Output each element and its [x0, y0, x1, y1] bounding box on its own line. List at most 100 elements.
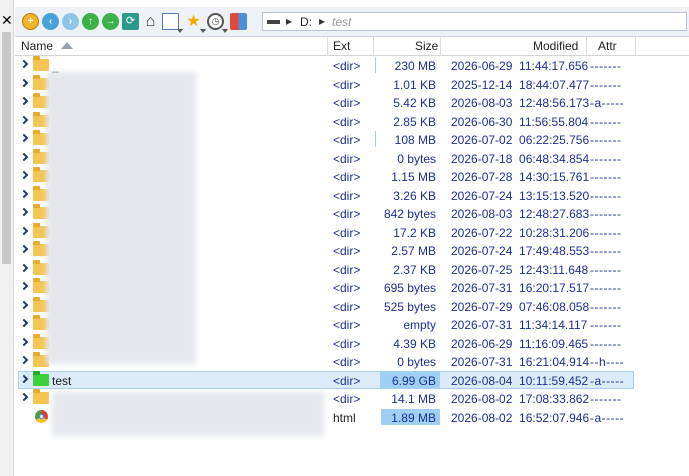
expand-chevron-icon[interactable] [19, 133, 29, 143]
item-size-cell: 6.99 GB [373, 371, 440, 390]
close-icon[interactable]: ✕ [1, 12, 13, 29]
add-icon[interactable]: + [22, 13, 39, 30]
item-ext: <dir> [333, 262, 361, 277]
settings-icon[interactable] [230, 13, 247, 30]
item-ext: <dir> [333, 114, 361, 129]
item-size-cell: 14.1 MB [373, 389, 440, 408]
item-size: 2.57 MB [391, 244, 436, 258]
back-icon[interactable]: ‹ [42, 13, 59, 30]
breadcrumb-separator-icon[interactable]: ▸ [319, 14, 325, 28]
item-attr: ------- [590, 114, 622, 129]
item-ext: <dir> [333, 318, 361, 332]
item-ext: <dir> [333, 151, 361, 166]
view-icon[interactable] [162, 13, 179, 30]
item-modified: 2025-12-14 18:44:07.477 [451, 77, 590, 92]
expand-chevron-icon[interactable] [19, 244, 29, 254]
expand-chevron-icon[interactable] [19, 355, 29, 365]
chrome-html-file-icon [35, 409, 48, 423]
item-size: empty [403, 318, 436, 332]
item-modified: 2026-06-30 11:56:55.804 [451, 114, 589, 129]
item-size: 230 MB [394, 59, 436, 73]
address-bar[interactable]: ▸ D: ▸ test [262, 12, 687, 31]
view-dropdown-icon[interactable] [177, 29, 183, 33]
refresh-icon[interactable]: ⟳ [122, 13, 139, 30]
expand-chevron-icon[interactable] [19, 263, 29, 272]
expand-chevron-icon[interactable] [19, 170, 29, 180]
expand-chevron-icon[interactable] [19, 300, 29, 309]
item-size: 4.39 KB [393, 336, 436, 351]
item-size-cell: 1.01 KB [373, 75, 440, 94]
item-size: 0 bytes [397, 355, 436, 369]
col-header-modified[interactable]: Modified [533, 39, 578, 53]
expand-chevron-icon[interactable] [19, 115, 29, 124]
item-name: test [52, 373, 72, 388]
toolbar: + ‹ › ↑ → ⟳ ⌂ ★ ◷ ▸ D: ▸ test [15, 7, 689, 37]
favorites-dropdown-icon[interactable] [200, 29, 206, 33]
expand-chevron-icon[interactable] [19, 78, 29, 87]
item-size-cell: 0 bytes [373, 149, 440, 168]
item-size-cell: 108 MB [373, 130, 440, 149]
item-modified: 2026-07-22 10:28:31.206 [451, 225, 590, 240]
left-scrollbar[interactable] [2, 32, 11, 264]
item-attr: ------- [590, 77, 622, 92]
item-modified: 2026-07-24 13:15:13.520 [451, 188, 590, 203]
item-size-cell: 3.26 KB [373, 186, 440, 205]
item-size-cell: 4.39 KB [373, 334, 440, 353]
item-attr: ------- [590, 244, 622, 258]
folder-icon [33, 56, 49, 71]
item-size: 17.2 KB [393, 225, 436, 240]
expand-chevron-icon[interactable] [19, 96, 29, 106]
item-ext: <dir> [333, 207, 361, 221]
col-header-ext[interactable]: Ext [333, 39, 350, 53]
item-modified: 2026-07-28 14:30:15.761 [451, 170, 590, 184]
redacted-names [46, 72, 196, 364]
expand-chevron-icon[interactable] [19, 59, 29, 69]
item-size-cell: 5.42 KB [373, 93, 440, 112]
item-ext: <dir> [333, 188, 361, 203]
breadcrumb-current-folder[interactable]: test [332, 15, 351, 29]
item-attr: -a----- [590, 410, 625, 425]
home-icon[interactable]: ⌂ [142, 13, 159, 30]
history-icon[interactable]: ◷ [207, 13, 224, 30]
item-size-cell: empty [373, 315, 440, 334]
item-attr: ------- [590, 151, 622, 166]
expand-chevron-icon[interactable] [19, 189, 29, 198]
folder-icon [33, 389, 49, 404]
item-size-cell: 17.2 KB [373, 223, 440, 242]
expand-chevron-icon[interactable] [19, 392, 29, 402]
expand-chevron-icon[interactable] [19, 281, 29, 291]
up-icon[interactable]: ↑ [82, 13, 99, 30]
breadcrumb-separator-icon[interactable]: ▸ [286, 14, 292, 28]
favorites-icon[interactable]: ★ [185, 13, 202, 30]
folder-icon [33, 370, 49, 386]
item-modified: 2026-08-03 12:48:56.173 [451, 96, 590, 110]
redacted-names-bottom [52, 392, 324, 436]
item-attr: ------- [590, 392, 622, 406]
forward-icon[interactable]: › [62, 13, 79, 30]
history-dropdown-icon[interactable] [222, 29, 228, 33]
item-size: 108 MB [394, 133, 436, 147]
item-size-cell: 2.85 KB [373, 112, 440, 131]
item-ext: <dir> [333, 373, 361, 388]
expand-chevron-icon[interactable] [19, 226, 29, 235]
item-size: 2.37 KB [393, 262, 436, 277]
breadcrumb-drive[interactable]: D: [300, 15, 312, 29]
size-proportion-bar [375, 57, 376, 73]
item-attr: -a----- [590, 96, 625, 110]
item-attr: ------- [590, 336, 622, 351]
next-icon[interactable]: → [102, 13, 119, 30]
column-header: Name Ext Size Modified Attr [15, 37, 689, 56]
expand-chevron-icon[interactable] [19, 337, 29, 346]
item-size-cell: 842 bytes [373, 204, 440, 223]
expand-chevron-icon[interactable] [19, 318, 29, 328]
col-header-attr[interactable]: Attr [598, 39, 617, 53]
list-item[interactable]: test <dir> 6.99 GB 2026-08-04 10:11:59.452-… [15, 370, 689, 390]
item-attr: ------- [590, 59, 622, 73]
col-header-size[interactable]: Size [415, 39, 438, 53]
item-modified: 2026-06-29 11:16:09.465 [451, 336, 589, 351]
col-header-name[interactable]: Name [21, 39, 53, 53]
expand-chevron-icon[interactable] [19, 207, 29, 217]
item-attr: ------- [590, 299, 622, 314]
item-size-cell: 695 bytes [373, 278, 440, 297]
expand-chevron-icon[interactable] [19, 152, 29, 161]
